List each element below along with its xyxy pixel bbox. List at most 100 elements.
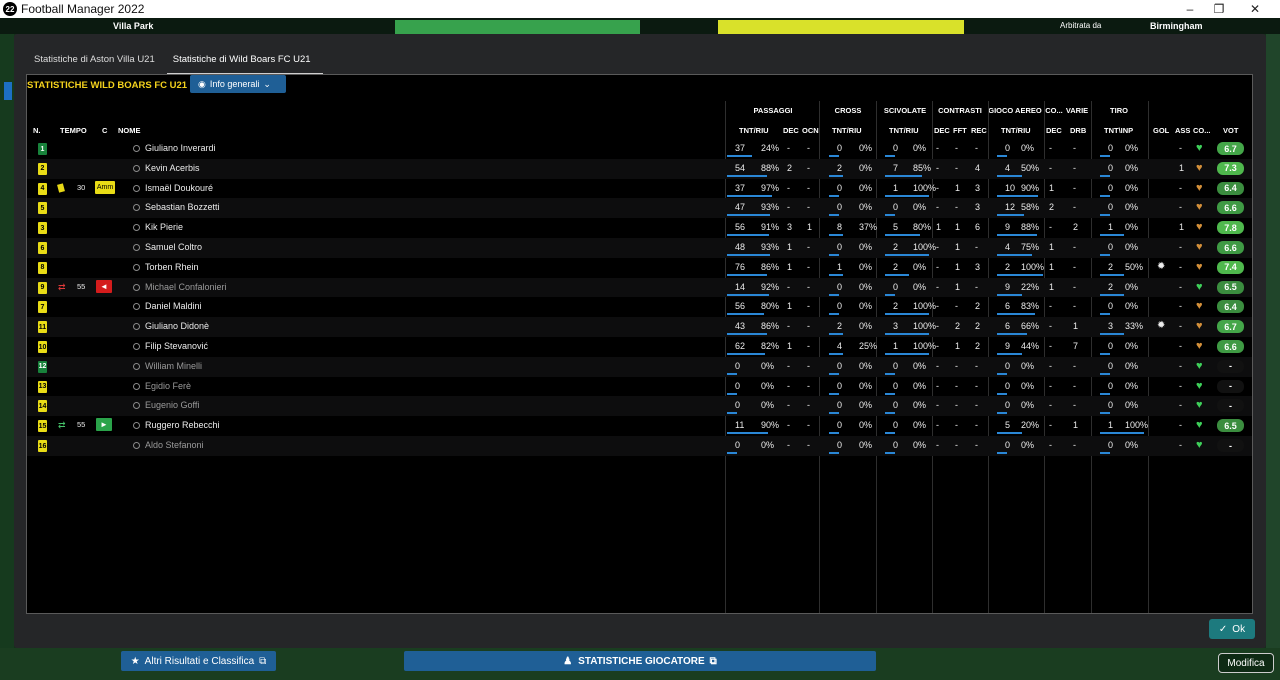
col-co-dec[interactable]: DEC bbox=[1046, 126, 1062, 135]
player-name[interactable]: Filip Stevanović bbox=[133, 341, 208, 351]
table-row[interactable]: 6 Samuel Coltro 48 93% 0 0% 2 100% 4 75% 0 0% 1 - - 1 - 1… bbox=[27, 238, 1252, 258]
col-pass-ocn[interactable]: OCN bbox=[802, 126, 819, 135]
pass-dec: - bbox=[787, 143, 790, 153]
table-row[interactable]: 5 Sebastian Bozzetti 47 93% 0 0% 0 0% 12 58% 0 0% - -… bbox=[27, 198, 1252, 219]
tackles-percent: 100% bbox=[913, 242, 937, 252]
tackles-percent: 100% bbox=[913, 341, 937, 351]
referee-label: Arbitrata da bbox=[1060, 21, 1102, 30]
col-drb[interactable]: DRB bbox=[1070, 126, 1086, 135]
table-row[interactable]: 1 Giuliano Inverardi 37 24% 0 0% 0 0% 0 0% 0 0% - - - -… bbox=[27, 139, 1252, 159]
col-gol[interactable]: GOL bbox=[1153, 126, 1169, 135]
col-con-fft[interactable]: FFT bbox=[953, 126, 967, 135]
table-row[interactable]: 15 ⇄ 55 ► Ruggero Rebecchi 11 90% 0 0% 0 0% 5 20% 1 10… bbox=[27, 416, 1252, 436]
col-tiro-tnt-inp[interactable]: TNT\INP bbox=[1104, 126, 1133, 135]
col-tempo[interactable]: TEMPO bbox=[60, 126, 87, 135]
col-aereo-tnt-riu[interactable]: TNT/RIU bbox=[1001, 126, 1031, 135]
passes-bar bbox=[727, 273, 767, 276]
passes-bar bbox=[727, 174, 768, 177]
table-row[interactable]: 3 Kik Pierie 56 91% 8 37% 5 80% 9 88% 1 0% 3 1 1 1 6 - 2 1 ♥… bbox=[27, 218, 1252, 238]
table-row[interactable]: 9 ⇄ 55 ◄ Michael Confalonieri 14 92% 0 0% 0 0% 9 22%… bbox=[27, 277, 1252, 298]
passes-attempts: 54 bbox=[735, 162, 746, 173]
cross-bar bbox=[829, 333, 844, 336]
player-name[interactable]: Kevin Acerbis bbox=[133, 163, 200, 173]
player-name[interactable]: Ismaël Doukouré bbox=[133, 183, 213, 193]
col-vot[interactable]: VOT bbox=[1223, 126, 1238, 135]
col-nome[interactable]: NOME bbox=[118, 126, 141, 135]
cross-bar bbox=[829, 293, 839, 296]
passes-percent: 80% bbox=[761, 301, 780, 312]
results-button[interactable]: ★ Altri Risultati e Classifica ⧉ bbox=[121, 651, 276, 671]
table-row[interactable]: 11 Giuliano Didonè 43 86% 2 0% 3 100% 6 66% 3 33% - -… bbox=[27, 317, 1252, 337]
passes-bar bbox=[727, 293, 770, 296]
table-row[interactable]: 2 Kevin Acerbis 54 88% 2 0% 7 85% 4 50% 0 0% 2 - - - 4 - -… bbox=[27, 158, 1252, 179]
pass-ocn: - bbox=[807, 341, 810, 351]
aerial-bar bbox=[997, 313, 1036, 316]
player-name[interactable]: William Minelli bbox=[133, 361, 202, 371]
player-name[interactable]: Kik Pierie bbox=[133, 222, 183, 232]
table-row[interactable]: 14 Eugenio Goffi 0 0% 0 0% 0 0% 0 0% 0 0% - - - - - - - - ♥ - bbox=[27, 396, 1252, 417]
col-con-rec[interactable]: REC bbox=[971, 126, 987, 135]
pass-ocn: - bbox=[807, 182, 810, 193]
table-row[interactable]: 12 William Minelli 0 0% 0 0% 0 0% 0 0% 0 0% - - - - - - - -… bbox=[27, 356, 1252, 377]
player-stats-button[interactable]: ♟ STATISTICHE GIOCATORE ⧉ bbox=[404, 651, 876, 671]
aerial-percent: 100% bbox=[1021, 261, 1045, 272]
cross-attempts: 8 bbox=[837, 222, 843, 233]
col-con-dec[interactable]: DEC bbox=[934, 126, 950, 135]
shots-bar bbox=[1100, 432, 1144, 435]
table-row[interactable]: 16 Aldo Stefanoni 0 0% 0 0% 0 0% 0 0% 0 0% - - - - - - - - ♥… bbox=[27, 436, 1252, 456]
tackles-attempts: 0 bbox=[893, 360, 899, 371]
passes-attempts: 56 bbox=[735, 222, 746, 233]
aerial-bar bbox=[997, 273, 1043, 276]
passes-bar bbox=[727, 234, 769, 237]
shots-bar bbox=[1100, 353, 1110, 355]
col-ass[interactable]: ASS bbox=[1175, 126, 1190, 135]
close-icon[interactable]: ✕ bbox=[1237, 0, 1273, 18]
assists: - bbox=[1179, 341, 1182, 351]
player-name[interactable]: Eugenio Goffi bbox=[133, 400, 199, 410]
con-fft: - bbox=[955, 420, 958, 431]
player-name[interactable]: Michael Confalonieri bbox=[133, 282, 227, 292]
table-row[interactable]: 10 Filip Stevanović 62 82% 4 25% 1 100% 9 44% 0 0% 1… bbox=[27, 337, 1252, 357]
ok-button[interactable]: ✓ Ok bbox=[1209, 619, 1255, 639]
player-name-text: Ismaël Doukouré bbox=[145, 182, 214, 193]
col-pass-tnt-riu[interactable]: TNT/RIU bbox=[739, 126, 769, 135]
col-n[interactable]: N. bbox=[33, 126, 41, 135]
col-pass-dec[interactable]: DEC bbox=[783, 126, 799, 135]
con-fft: 1 bbox=[955, 242, 961, 252]
maximize-icon[interactable]: ❐ bbox=[1201, 0, 1237, 18]
group-co: CO... bbox=[1045, 106, 1063, 115]
tab-aston-villa[interactable]: Statistiche di Aston Villa U21 bbox=[28, 49, 167, 75]
player-name-text: Egidio Ferè bbox=[145, 380, 192, 391]
cross-attempts: 0 bbox=[837, 182, 843, 193]
pass-dec: - bbox=[787, 321, 790, 332]
table-row[interactable]: 7 Daniel Maldini 56 80% 0 0% 2 100% 6 83% 0 0% 1 - - - 2… bbox=[27, 297, 1252, 317]
table-row[interactable]: 4 30 Amm Ismaël Doukouré 37 97% 0 0% 1 100% 10 90% 0… bbox=[27, 179, 1252, 199]
table-row[interactable]: 8 Torben Rhein 76 86% 1 0% 2 0% 2 100% 2 50% 1 - - 1 3 1 -… bbox=[27, 258, 1252, 278]
table-row[interactable]: 13 Egidio Ferè 0 0% 0 0% 0 0% 0 0% 0 0% - - - - - - - - ♥ - bbox=[27, 377, 1252, 397]
col-c[interactable]: C bbox=[102, 126, 107, 135]
eye-icon: ◉ bbox=[198, 78, 206, 89]
cross-percent: 0% bbox=[859, 143, 873, 153]
modifica-button[interactable]: Modifica bbox=[1218, 653, 1274, 673]
aerial-attempts: 9 bbox=[1005, 281, 1011, 292]
co-dec: 1 bbox=[1049, 242, 1055, 252]
player-name[interactable]: Torben Rhein bbox=[133, 262, 199, 272]
player-name[interactable]: Ruggero Rebecchi bbox=[133, 420, 220, 430]
player-name[interactable]: Daniel Maldini bbox=[133, 301, 202, 311]
player-name[interactable]: Aldo Stefanoni bbox=[133, 440, 204, 450]
col-co[interactable]: CO... bbox=[1193, 126, 1211, 135]
player-name[interactable]: Egidio Ferè bbox=[133, 381, 191, 391]
player-name[interactable]: Giuliano Inverardi bbox=[133, 143, 216, 153]
rating-badge: 6.6 bbox=[1217, 241, 1244, 254]
cross-bar bbox=[829, 155, 839, 157]
col-cross-tnt-riu[interactable]: TNT/RIU bbox=[832, 126, 862, 135]
tab-wild-boars[interactable]: Statistiche di Wild Boars FC U21 bbox=[166, 49, 323, 75]
col-sciv-tnt-riu[interactable]: TNT/RIU bbox=[889, 126, 919, 135]
player-name[interactable]: Sebastian Bozzetti bbox=[133, 202, 220, 212]
pass-dec: 1 bbox=[787, 261, 793, 272]
condition-heart-icon: ♥ bbox=[1196, 419, 1203, 432]
player-name[interactable]: Samuel Coltro bbox=[133, 242, 202, 252]
player-name[interactable]: Giuliano Didonè bbox=[133, 321, 209, 331]
passes-percent: 88% bbox=[761, 162, 780, 173]
info-generali-button[interactable]: ◉ Info generali ⌄ bbox=[190, 75, 286, 93]
